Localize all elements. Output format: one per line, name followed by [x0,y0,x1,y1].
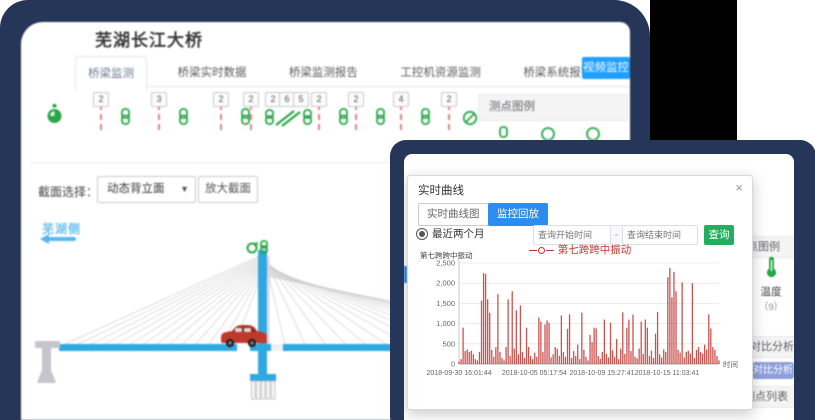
tab-monitor-report[interactable]: 桥梁监测报告 [277,56,370,89]
main-tabbar: 桥梁监测 桥梁实时数据 桥梁监测报告 工控机资源监测 桥梁系统报警 [75,55,630,87]
last-two-months-radio[interactable] [416,228,428,240]
realtime-curve-dialog: 实时曲线 × 实时曲线图 监控回放 最近两个月 - 查询 第七跨跨中振动 050… [407,175,753,410]
close-icon[interactable]: × [735,180,743,195]
sensor-dash-line [400,104,402,130]
sensor-chain[interactable] [420,108,431,130]
svg-text:2,000: 2,000 [436,279,455,288]
section-select-dropdown[interactable]: 动态背立面 ▼ [97,176,196,203]
svg-text:0: 0 [451,360,455,369]
vibration-chart-svg: 05001,0001,5002,0002,500第七跨跨中振动2018-09-3… [416,251,750,391]
vibration-chart: 05001,0001,5002,0002,500第七跨跨中振动2018-09-3… [416,251,750,391]
temperature-point-item[interactable]: 温度 （9） [748,256,794,308]
sensor-chain[interactable] [178,108,189,130]
chain-link-icon [178,108,189,125]
svg-text:2018-10-15 11:03:41: 2018-10-15 11:03:41 [635,370,700,377]
sensor-count-badge[interactable]: 2 [311,92,327,107]
sensor-count-badge[interactable]: 4 [393,92,409,107]
sensor-dash-line [158,104,160,130]
svg-text:500: 500 [442,339,455,348]
svg-text:1,000: 1,000 [436,319,455,328]
no-entry-icon[interactable] [462,110,478,131]
temperature-label: 温度 [748,284,794,299]
page-title: 芜湖长江大桥 [95,26,203,51]
sensor-dash-line [448,104,450,130]
sensor-count-badge[interactable]: 5 [293,92,309,107]
section-select-value: 动态背立面 [107,183,165,195]
sensor-count-badge[interactable]: 2 [441,92,457,107]
legend-panel-icons [478,121,628,140]
tab-bridge-monitor[interactable]: 桥梁监测 [75,56,147,91]
background-black-area [650,0,737,150]
sensor-count-badge[interactable]: 2 [348,92,364,107]
tab-monitor-playback[interactable]: 监控回放 [488,203,548,226]
bridge-tower-foundation [250,351,276,399]
last-two-months-label: 最近两个月 [432,226,485,241]
thermometer-icon [765,256,778,278]
sensor-dash-line [355,104,357,130]
sensor-dash-line [220,104,222,130]
zoom-section-button[interactable]: 放大截面 [198,176,258,203]
sensor-dash-line [318,104,320,130]
sensor-dash-line [100,104,102,130]
svg-text:2018-10-05 05:17:54: 2018-10-05 05:17:54 [502,370,567,377]
temperature-count: （9） [748,299,794,313]
sensor-count-badge[interactable]: 2 [213,92,229,107]
sensor-count-badge[interactable]: 3 [151,92,167,107]
chain-link-icon [338,108,349,125]
chain-group-icon[interactable] [264,106,314,133]
svg-text:第七跨跨中振动: 第七跨跨中振动 [420,251,473,260]
screenshot-canvas: 芜湖长江大桥 桥梁监测 桥梁实时数据 桥梁监测报告 工控机资源监测 桥梁系统报警… [0,0,815,420]
chevron-down-icon: ▼ [180,177,189,202]
sensor-count-badge[interactable]: 2 [243,92,259,107]
sensor-chain[interactable] [375,108,386,130]
tab-ipc-resource[interactable]: 工控机资源监测 [388,56,493,89]
compare-analysis-button[interactable]: 对比分析 [752,362,794,379]
curve-popup-window: 测点图例 温度 （9） 对比分析 对比分析 测点列表 实时曲线 × [390,140,815,420]
stopwatch-icon[interactable] [46,104,63,130]
sensor-count-badge[interactable]: 2 [93,92,109,107]
section-select-label: 截面选择： [38,183,98,200]
chain-link-icon [420,108,431,125]
chain-link-icon [375,108,386,125]
svg-text:2018-10-09 15:27:41: 2018-10-09 15:27:41 [570,370,635,377]
dialog-title: 实时曲线 [418,182,464,198]
video-monitor-button[interactable]: 视频监控 [582,57,630,79]
sensor-dash-line [250,104,252,130]
sensor-chain[interactable] [120,108,131,130]
curve-popup-page: 测点图例 温度 （9） 对比分析 对比分析 测点列表 实时曲线 × [404,154,794,420]
bridge-left-pier [35,341,60,383]
legend-panel-header: 测点图例 [478,94,628,121]
svg-text:1,500: 1,500 [436,299,455,308]
sensor-chain[interactable] [338,108,349,130]
svg-text:2018-09-30 16:01:44: 2018-09-30 16:01:44 [427,370,492,377]
chain-link-icon [120,108,131,125]
compare-analysis-header: 对比分析 [748,336,794,358]
tab-realtime-curve[interactable]: 实时曲线图 [418,203,489,226]
svg-text:时间: 时间 [723,359,738,369]
tab-realtime-data[interactable]: 桥梁实时数据 [165,56,258,89]
